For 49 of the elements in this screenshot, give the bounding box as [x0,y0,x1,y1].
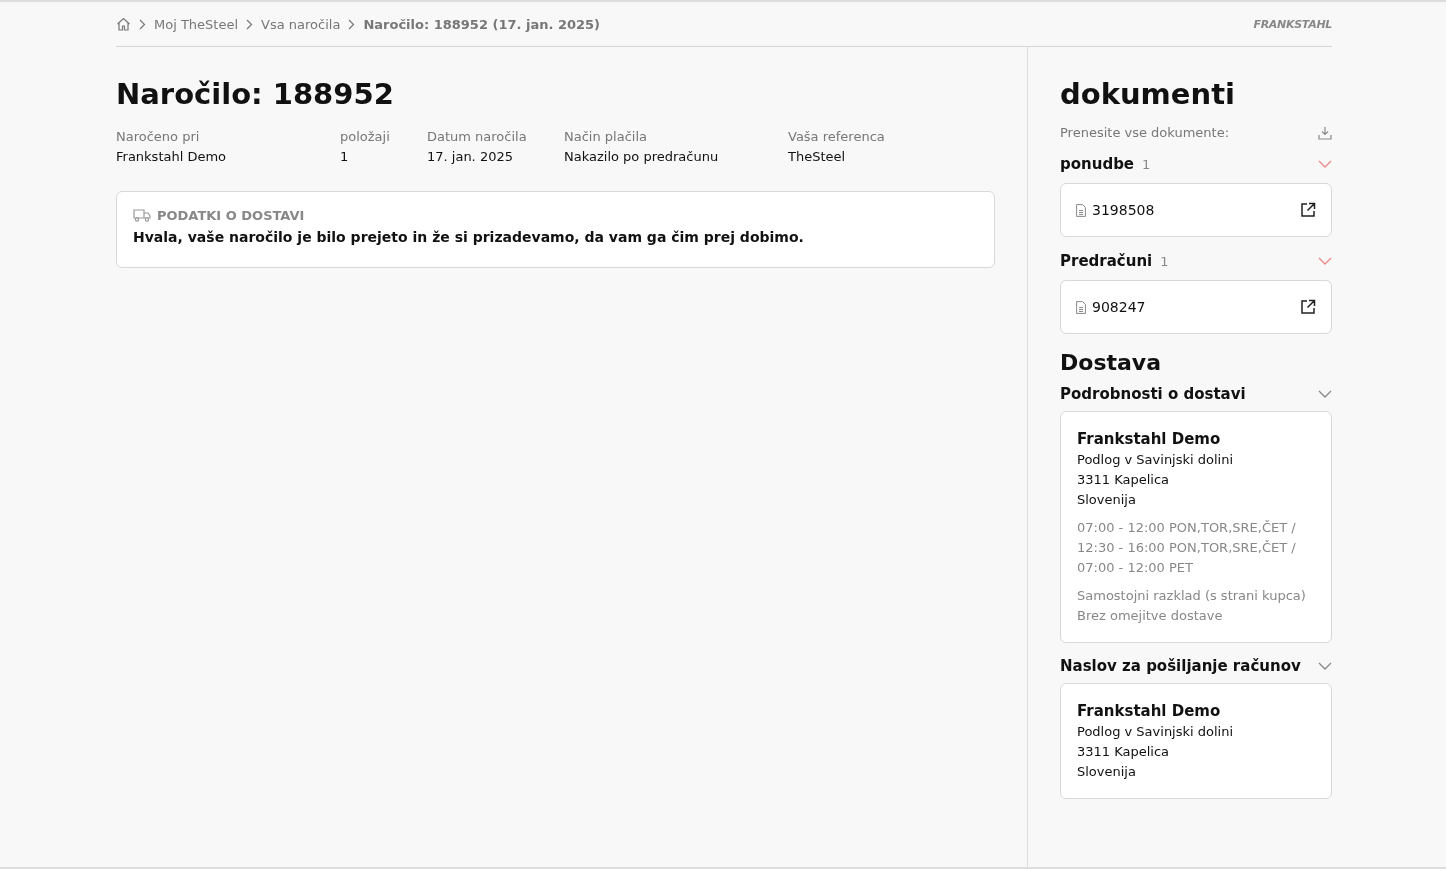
download-all-label: Prenesite vse dokumente: [1060,125,1230,140]
delivery-title: Dostava [1060,350,1163,375]
truck-icon [133,209,151,222]
meta-label: Datum naročila [427,128,528,146]
notice-heading: PODATKI O DOSTAVI [157,208,305,223]
address-line: 3311 Kapelica [1077,471,1171,489]
address-line: 3311 Kapelica [1077,743,1171,761]
section-toggle[interactable]: Podrobnosti o dostavi [1060,385,1332,403]
address-line: Slovenija [1077,491,1137,509]
chevron-right-icon [246,18,254,30]
delivery-hours: 12:30 - 16:00 PON,TOR,SRE,ČET / [1077,539,1297,557]
address-line: Podlog v Savinjski dolini [1077,723,1235,741]
breadcrumb-link[interactable]: Vsa naročila [261,16,341,32]
meta-label: položaji [340,128,391,146]
documents-title: dokumenti [1060,77,1236,111]
company-name: Frankstahl Demo [1077,702,1222,720]
chevron-right-icon [139,18,146,30]
notice-message: Hvala, vaše naročilo je bilo prejeto in že si prizadevamo, da vam ga čim prej dobimo. [133,229,805,245]
document-number: 908247 [1092,299,1146,315]
delivery-hours: 07:00 - 12:00 PET [1077,559,1194,577]
document-group-toggle[interactable]: Predračuni 1 [1060,251,1332,270]
address-line: Podlog v Savinjski dolini [1077,451,1235,469]
document-icon [1076,300,1086,314]
section-toggle[interactable]: Naslov za pošiljanje računov [1060,657,1332,675]
document-group-toggle[interactable]: ponudbe 1 [1060,154,1332,173]
brand-logo: FRANKSTAHL [1253,17,1332,31]
meta-label: Način plačila [564,128,648,146]
chevron-right-icon [348,18,356,30]
document-number: 3198508 [1092,202,1155,218]
meta-value: TheSteel [788,148,847,166]
home-icon[interactable] [116,17,131,31]
meta-label: Naročeno pri [116,128,201,146]
meta-value: Frankstahl Demo [116,148,228,166]
breadcrumb-link[interactable]: Naročilo: 188952 (17. jan. 2025) [363,16,601,32]
delivery-hours: 07:00 - 12:00 PON,TOR,SRE,ČET / [1077,519,1297,537]
meta-value: Nakazilo po predračunu [564,148,720,166]
meta-label: Vaša referenca [788,128,886,146]
document-icon [1076,203,1086,217]
meta-value: 1 [340,148,350,166]
breadcrumb-link[interactable]: Moj TheSteel [154,16,239,32]
address-line: Slovenija [1077,763,1137,781]
download-icon[interactable] [1318,125,1332,140]
open-external-icon[interactable] [1300,299,1316,315]
company-name: Frankstahl Demo [1077,430,1222,448]
order-title: Naročilo: 188952 [116,77,395,111]
meta-value: 17. jan. 2025 [427,148,514,166]
open-external-icon[interactable] [1300,202,1316,218]
delivery-note: Brez omejitve dostave [1077,607,1224,625]
delivery-note: Samostojni razklad (s strani kupca) [1077,587,1307,605]
